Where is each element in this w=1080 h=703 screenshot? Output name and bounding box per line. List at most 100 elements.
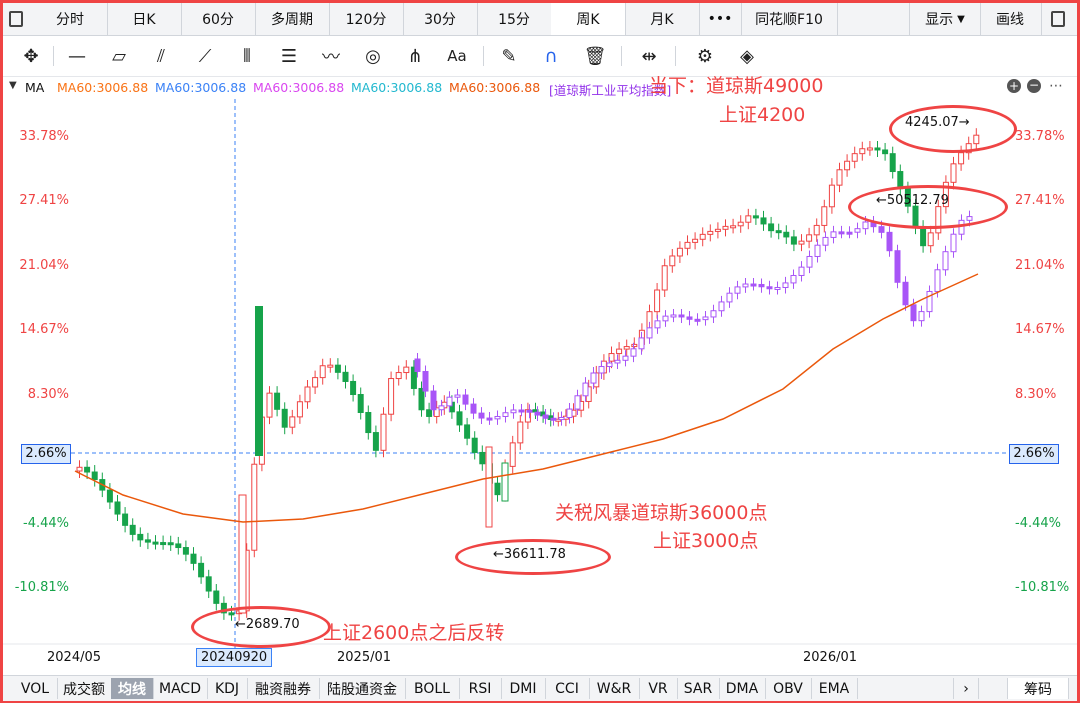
tab-period-6[interactable]: 15分 (477, 3, 552, 35)
indicator-tab[interactable]: KDJ (207, 678, 248, 699)
stretch-tool-icon[interactable]: ⇹ (635, 42, 663, 70)
candle-body (198, 562, 205, 578)
tab-period-4[interactable]: 120分 (329, 3, 404, 35)
candle-body (485, 446, 493, 528)
dow-candle-body (862, 221, 869, 230)
cycle-lines-icon[interactable]: ⦀ (233, 42, 261, 70)
indicator-tab[interactable]: DMA (719, 678, 766, 699)
chips-button[interactable]: 筹码 (1007, 678, 1069, 699)
tab-period-0[interactable]: 分时 (33, 3, 108, 35)
chevron-down-icon[interactable]: ▼ (9, 80, 17, 91)
candle-body (471, 437, 478, 453)
fibonacci-tool-icon[interactable]: ☰ (275, 42, 303, 70)
trash-icon[interactable]: 🗑 (581, 42, 609, 70)
window-restore-icon[interactable] (9, 11, 23, 27)
indicator-label: W&R (596, 680, 632, 697)
rectangle-tool-icon[interactable]: ▱ (105, 42, 133, 70)
indicator-tab[interactable]: 陆股通资金 (319, 678, 406, 699)
candle-body (255, 306, 263, 456)
period-tab-bar: 分时 日K 60分 多周期 120分 30分 15分 周K 月K ••• 同花顺F10 显示 ▼ 画… (3, 3, 1077, 36)
tab-period-10[interactable]: 同花顺F10 (741, 3, 838, 35)
dow-candle-body (838, 231, 845, 235)
indicator-tab[interactable]: VOL (13, 678, 58, 699)
indicator-tab[interactable]: 成交额 (57, 678, 112, 699)
pitchfork-tool-icon[interactable]: ⋔ (401, 42, 429, 70)
pen-tool-icon[interactable]: ✎ (495, 42, 523, 70)
indicator-tab[interactable]: CCI (545, 678, 590, 699)
dow-candle-body (470, 403, 477, 414)
date-label: 2026/01 (803, 650, 858, 665)
candle-body (927, 232, 934, 247)
indicator-label: BOLL (414, 680, 450, 697)
kline-chart-area[interactable]: 33.78% 27.41% 21.04% 14.67% 8.30% -4.44% -10.8… (3, 75, 1077, 677)
indicator-tab[interactable]: VR (639, 678, 678, 699)
indicator-tab[interactable]: BOLL (405, 678, 460, 699)
channel-tool-icon[interactable]: ⟋ (191, 42, 219, 70)
tab-period-3[interactable]: 多周期 (255, 3, 330, 35)
line-tool-icon[interactable]: — (63, 42, 91, 70)
dow-candle-body (774, 286, 781, 290)
tab-period-8[interactable]: 月K (625, 3, 700, 35)
indicator-tab[interactable]: OBV (765, 678, 812, 699)
dow-candle-body (558, 416, 565, 421)
indicator-tab[interactable]: RSI (459, 678, 502, 699)
more-options-icon[interactable]: ⋯ (1049, 78, 1063, 94)
indicator-label: 均线 (118, 681, 146, 698)
candle-body (175, 543, 182, 549)
indicator-tab[interactable]: EMA (811, 678, 858, 699)
candle-body (889, 153, 896, 173)
tab-more[interactable]: ••• (699, 3, 742, 35)
indicator-tab[interactable]: 融资融券 (247, 678, 320, 699)
candle-body (152, 541, 159, 545)
candle-body (388, 378, 395, 415)
tab-period-7[interactable]: 周K (551, 3, 626, 35)
indicator-label: OBV (773, 680, 803, 697)
candle-body (501, 462, 509, 502)
display-menu[interactable]: 显示 ▼ (909, 3, 981, 35)
chevron-right-icon[interactable]: › (953, 678, 979, 699)
ellipse-tool-icon[interactable]: ◎ (359, 42, 387, 70)
dow-candle-body (662, 315, 669, 322)
chevron-down-icon: ▼ (957, 13, 965, 25)
dow-candle-body (502, 412, 509, 417)
candle-body (251, 463, 258, 551)
dow-candle-body (614, 359, 621, 364)
indicator-tab[interactable]: DMI (501, 678, 546, 699)
dow-candle-body (750, 283, 757, 287)
layers-icon[interactable]: ◈ (733, 42, 761, 70)
tab-period-2[interactable]: 60分 (181, 3, 256, 35)
indicator-tab[interactable]: MACD (153, 678, 208, 699)
indicator-tab-bar: VOL 成交额 均线 MACD KDJ 融资融券 陆股通资金 BOLL RSI DMI CCI W&R… (3, 675, 1077, 701)
fan-tool-icon[interactable]: ⫽ (147, 42, 175, 70)
annotation-current-dow: 当下：道琼斯49000 (649, 75, 824, 97)
dow-candle-body (782, 282, 789, 288)
gear-icon[interactable]: ⚙ (691, 42, 719, 70)
indicator-tab[interactable]: W&R (589, 678, 640, 699)
tab-period-1[interactable]: 日K (107, 3, 182, 35)
zoom-out-icon[interactable]: − (1027, 79, 1041, 93)
indicator-tab[interactable]: SAR (677, 678, 720, 699)
tab-period-5[interactable]: 30分 (403, 3, 478, 35)
indicator-label: VR (648, 680, 668, 697)
candle-body (699, 233, 706, 240)
dow-candle-body (414, 358, 421, 372)
magnet-icon[interactable]: ∩ (537, 42, 565, 70)
candle-body (806, 234, 813, 242)
candle-body (920, 226, 927, 247)
dow-candle-body (798, 266, 805, 276)
text-tool-icon[interactable]: Aa (443, 42, 471, 70)
right-axis-label: 33.78% (1015, 129, 1065, 144)
candle-body (494, 482, 501, 496)
dow-candle-body (942, 251, 949, 271)
draw-line-button[interactable]: 画线 (979, 3, 1042, 35)
zoom-in-icon[interactable]: + (1007, 79, 1021, 93)
indicator-tab[interactable]: 均线 (111, 678, 154, 699)
wave-tool-icon[interactable]: 〰 (317, 42, 345, 70)
dow-candle-body (590, 372, 597, 384)
right-axis-label: 14.67% (1015, 322, 1065, 337)
crosshair-move-icon[interactable]: ✥ (17, 42, 45, 70)
window-maximize-icon[interactable] (1051, 11, 1065, 27)
candle-body (380, 413, 387, 451)
candle-body (205, 576, 212, 592)
right-axis-label: 8.30% (1015, 387, 1057, 402)
